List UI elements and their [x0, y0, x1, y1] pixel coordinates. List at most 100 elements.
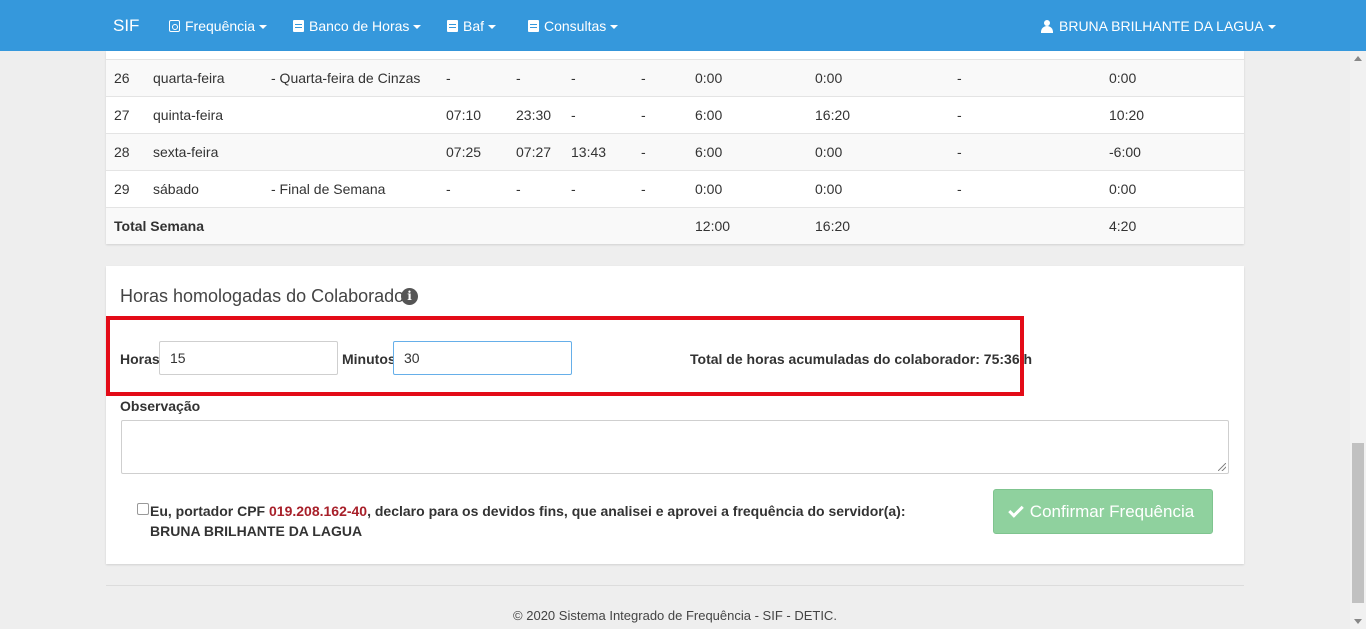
horas-label: Horas	[120, 351, 160, 367]
confirm-button-label: Confirmar Frequência	[1029, 501, 1195, 521]
nav-banco-de-horas-label: Banco de Horas	[309, 18, 410, 34]
cell-trabalhada: 16:20	[815, 107, 851, 123]
cell-prevista: 6:00	[695, 107, 723, 123]
table-row: 28 sexta-feira 07:25 07:27 13:43 - 6:00 …	[106, 133, 1244, 170]
cell-saldo: 10:20	[1109, 107, 1145, 123]
cell-abono: -	[957, 107, 962, 123]
document-icon	[528, 20, 539, 32]
cell-weekday: sexta-feira	[153, 144, 219, 160]
user-icon	[1041, 19, 1054, 33]
declaration-prefix: Eu, portador CPF	[150, 503, 269, 519]
cell-prevista: 0:00	[695, 181, 723, 197]
cell-abono: -	[957, 181, 962, 197]
check-icon	[1008, 501, 1024, 518]
minutos-label: Minutos	[342, 351, 396, 367]
cell-saida-2: -	[641, 107, 646, 123]
nav-banco-de-horas[interactable]: Banco de Horas	[293, 18, 422, 34]
cell-day: 26	[114, 70, 130, 86]
cell-entrada-1: 07:10	[446, 107, 482, 123]
homologation-panel: Horas homologadas do Colaborador i Horas…	[106, 266, 1244, 564]
cell-saldo: -6:00	[1109, 144, 1141, 160]
cell-trabalhada: 0:00	[815, 181, 843, 197]
nav-frequencia[interactable]: Frequência	[169, 18, 268, 34]
total-prevista: 12:00	[695, 218, 731, 234]
total-semana-label: Total Semana	[114, 218, 204, 234]
caret-down-icon	[259, 25, 268, 29]
cell-abono: -	[957, 70, 962, 86]
cell-entrada-1: -	[446, 70, 451, 86]
caret-down-icon	[413, 25, 422, 29]
total-trabalhada: 16:20	[815, 218, 851, 234]
caret-down-icon	[1267, 25, 1276, 29]
cell-day: 28	[114, 144, 130, 160]
cell-weekday: sábado	[153, 181, 199, 197]
cell-note: - Final de Semana	[271, 181, 386, 197]
observacao-label: Observação	[120, 398, 201, 414]
declaration-checkbox[interactable]	[137, 503, 149, 515]
caret-down-icon	[488, 25, 497, 29]
total-accumulated-text: Total de horas acumuladas do colaborador…	[690, 351, 1033, 367]
table-row: 29 sábado - Final de Semana - - - - 0:00…	[106, 170, 1244, 207]
cpf-value: 019.208.162-40	[269, 503, 368, 519]
cell-entrada-2: 13:43	[571, 144, 607, 160]
document-icon	[293, 20, 304, 32]
document-icon	[447, 20, 458, 32]
scroll-up-icon[interactable]	[1354, 56, 1362, 61]
nav-consultas[interactable]: Consultas	[528, 18, 619, 34]
cell-weekday: quarta-feira	[153, 70, 225, 86]
cell-note: - Quarta-feira de Cinzas	[271, 70, 421, 86]
page-scrollbar[interactable]	[1350, 51, 1366, 629]
table-row: 26 quarta-feira - Quarta-feira de Cinzas…	[106, 59, 1244, 96]
observacao-textarea[interactable]	[121, 420, 1229, 474]
nav-frequencia-label: Frequência	[185, 18, 256, 34]
brand-link[interactable]: SIF	[113, 16, 139, 36]
cell-saida-1: 07:27	[516, 144, 552, 160]
caret-down-icon	[610, 25, 619, 29]
cell-day: 29	[114, 181, 130, 197]
user-menu[interactable]: BRUNA BRILHANTE DA LAGUA	[1041, 18, 1276, 34]
cell-trabalhada: 0:00	[815, 144, 843, 160]
minutos-input[interactable]	[393, 341, 572, 375]
nav-consultas-label: Consultas	[544, 18, 607, 34]
cell-saida-1: -	[516, 181, 521, 197]
cell-day: 27	[114, 107, 130, 123]
nav-baf-label: Baf	[463, 18, 485, 34]
cell-prevista: 6:00	[695, 144, 723, 160]
table-row: 27 quinta-feira 07:10 23:30 - - 6:00 16:…	[106, 96, 1244, 133]
cell-saida-2: -	[641, 70, 646, 86]
cell-entrada-1: -	[446, 181, 451, 197]
cell-saida-2: -	[641, 181, 646, 197]
horas-input[interactable]	[159, 341, 338, 375]
cell-saida-1: 23:30	[516, 107, 552, 123]
footer-divider	[106, 585, 1244, 586]
cell-entrada-1: 07:25	[446, 144, 482, 160]
cell-saida-1: -	[516, 70, 521, 86]
scroll-thumb[interactable]	[1352, 443, 1364, 603]
total-saldo: 4:20	[1109, 218, 1137, 234]
cell-prevista: 0:00	[695, 70, 723, 86]
frequency-table: 26 quarta-feira - Quarta-feira de Cinzas…	[106, 51, 1244, 244]
resize-grip-icon[interactable]	[1218, 463, 1226, 471]
panel-title: Horas homologadas do Colaborador	[120, 286, 411, 306]
cell-entrada-2: -	[571, 70, 576, 86]
nav-baf[interactable]: Baf	[447, 18, 497, 34]
cell-saldo: 0:00	[1109, 181, 1137, 197]
cell-abono: -	[957, 144, 962, 160]
confirm-frequency-button[interactable]: Confirmar Frequência	[993, 489, 1213, 534]
scroll-down-icon[interactable]	[1354, 619, 1362, 624]
table-total-row: Total Semana 12:00 16:20 4:20	[106, 207, 1244, 244]
info-icon[interactable]: i	[401, 288, 418, 305]
calendar-icon	[169, 20, 180, 32]
declaration-text: Eu, portador CPF 019.208.162-40, declaro…	[150, 501, 906, 541]
top-navbar: SIF Frequência Banco de Horas Baf Consul…	[0, 0, 1366, 51]
footer-text: © 2020 Sistema Integrado de Frequência -…	[513, 608, 837, 623]
cell-saldo: 0:00	[1109, 70, 1137, 86]
servidor-name: BRUNA BRILHANTE DA LAGUA	[150, 523, 363, 539]
cell-trabalhada: 0:00	[815, 70, 843, 86]
cell-entrada-2: -	[571, 107, 576, 123]
cell-saida-2: -	[641, 144, 646, 160]
cell-entrada-2: -	[571, 181, 576, 197]
user-name: BRUNA BRILHANTE DA LAGUA	[1059, 18, 1264, 34]
cell-weekday: quinta-feira	[153, 107, 224, 123]
declaration-suffix: , declaro para os devidos fins, que anal…	[367, 503, 906, 519]
